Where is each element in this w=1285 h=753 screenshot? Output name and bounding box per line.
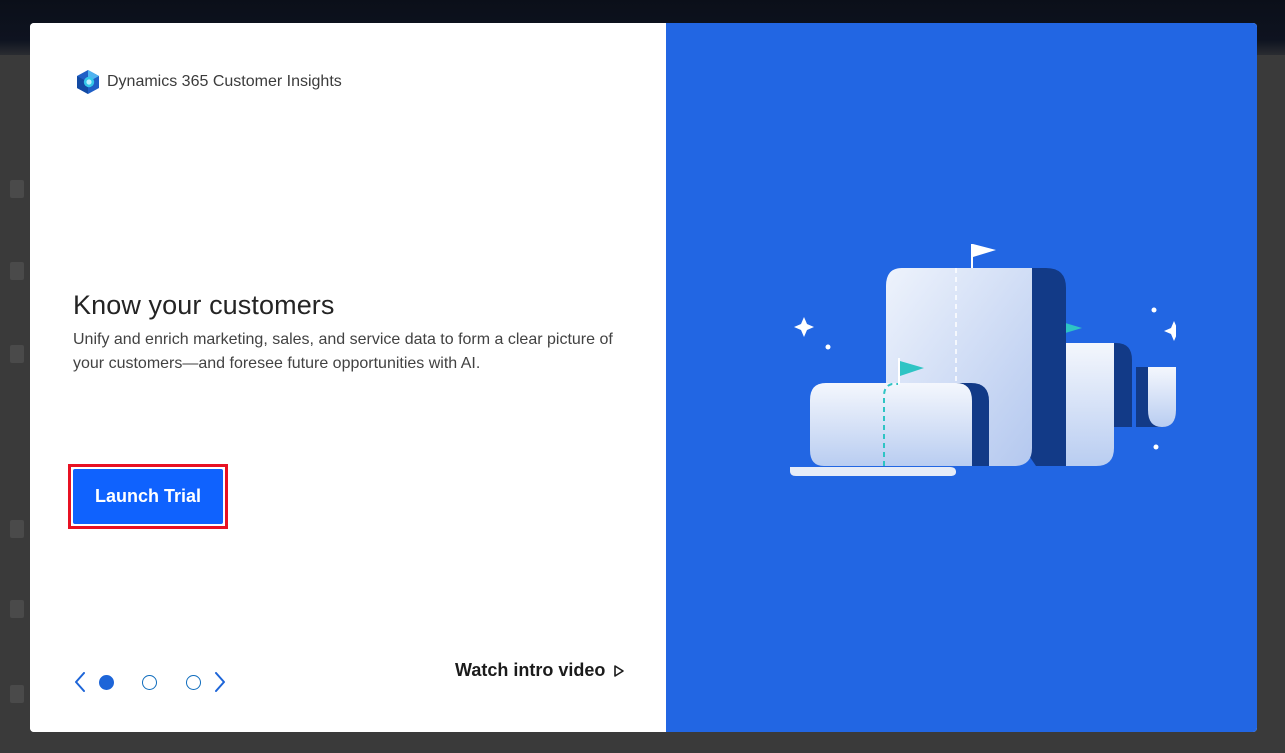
watch-intro-video-link[interactable]: Watch intro video (455, 660, 625, 681)
chevron-right-icon (215, 672, 225, 692)
dialog-title: Know your customers (73, 290, 335, 320)
background-app-placeholder (10, 600, 24, 618)
dialog-description: Unify and enrich marketing, sales, and s… (73, 331, 613, 372)
welcome-dialog: Dynamics 365 Customer Insights Know your… (30, 23, 1257, 732)
play-icon (614, 664, 625, 677)
background-app-placeholder (10, 345, 24, 363)
carousel-dot-3[interactable] (186, 675, 201, 690)
watch-intro-video-label: Watch intro video (455, 660, 606, 680)
background-app-placeholder (10, 180, 24, 198)
carousel-dot-1[interactable] (99, 675, 114, 690)
brand-header: Dynamics 365 Customer Insights (74, 68, 342, 96)
growth-chart-illustration (790, 244, 1176, 476)
dialog-content-pane: Dynamics 365 Customer Insights Know your… (30, 23, 666, 732)
launch-trial-button[interactable]: Launch Trial (73, 469, 223, 524)
background-app-placeholder (10, 685, 24, 703)
illustration-pane (666, 23, 1257, 732)
background-app-placeholder (10, 262, 24, 280)
chevron-left-icon (75, 672, 85, 692)
carousel-dot-2[interactable] (142, 675, 157, 690)
carousel-prev-button[interactable] (70, 669, 90, 695)
background-app-placeholder (10, 520, 24, 538)
carousel-next-button[interactable] (210, 669, 230, 695)
dynamics-365-customer-insights-logo (77, 70, 99, 94)
carousel-pager (70, 669, 230, 695)
product-name: Dynamics 365 Customer Insights (107, 73, 342, 90)
